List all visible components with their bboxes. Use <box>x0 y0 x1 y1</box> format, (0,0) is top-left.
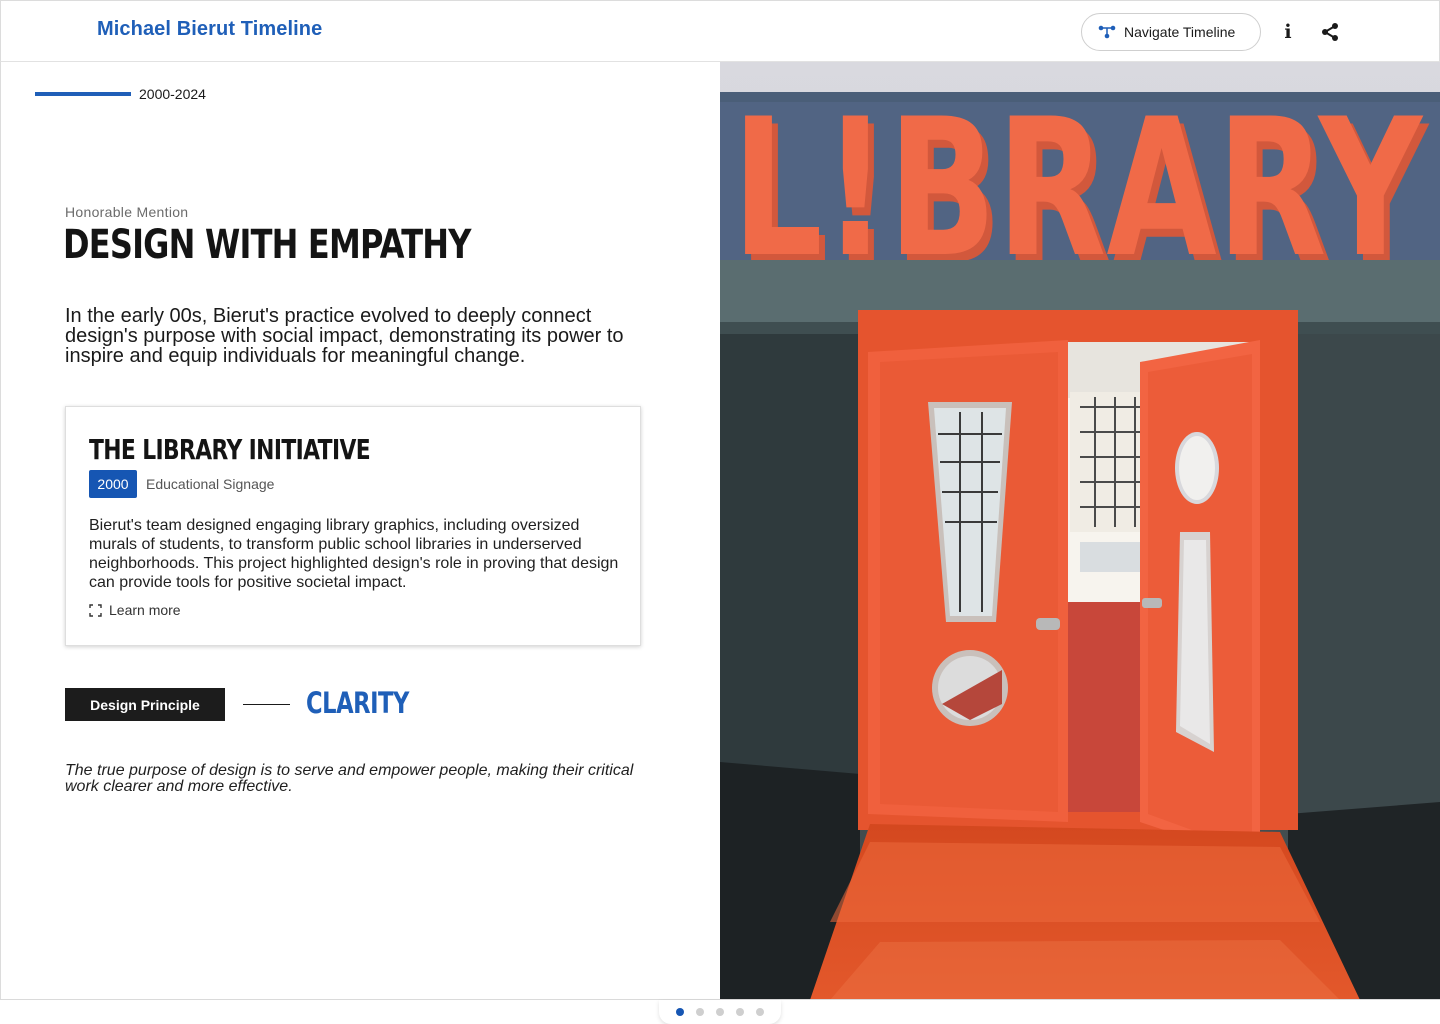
navigate-timeline-label: Navigate Timeline <box>1124 24 1236 40</box>
pagination-dots <box>659 1000 781 1024</box>
timeline-nodes-icon <box>1098 25 1116 39</box>
project-title: THE LIBRARY INITIATIVE <box>89 433 371 466</box>
section-headline: DESIGN WITH EMPATHY <box>63 222 471 268</box>
design-principle-value: CLARITY <box>306 686 409 720</box>
principle-divider <box>243 704 290 705</box>
navigate-timeline-button[interactable]: Navigate Timeline <box>1081 13 1261 51</box>
app-title[interactable]: Michael Bierut Timeline <box>97 18 322 41</box>
page-dot-1[interactable] <box>676 1008 684 1016</box>
year-range: 2000-2024 <box>139 86 206 102</box>
principle-quote: The true purpose of design is to serve a… <box>65 762 634 795</box>
page-dot-4[interactable] <box>736 1008 744 1016</box>
page-dot-5[interactable] <box>756 1008 764 1016</box>
project-card: THE LIBRARY INITIATIVE 2000 Educational … <box>65 406 641 646</box>
section-intro: In the early 00s, Bierut's practice evol… <box>65 305 624 367</box>
share-icon <box>1322 23 1338 41</box>
info-icon: i <box>1284 21 1292 43</box>
project-year-badge: 2000 <box>89 470 137 498</box>
section-kicker: Honorable Mention <box>65 204 189 220</box>
content-panel: 2000-2024 Honorable Mention DESIGN WITH … <box>0 62 720 1000</box>
project-description: Bierut's team designed engaging library … <box>89 517 619 591</box>
top-bar: Michael Bierut Timeline Navigate Timelin… <box>0 0 1440 62</box>
share-button[interactable] <box>1319 21 1341 43</box>
page-dot-3[interactable] <box>716 1008 724 1016</box>
learn-more-link[interactable]: Learn more <box>89 602 181 618</box>
page-dot-2[interactable] <box>696 1008 704 1016</box>
year-range-rule <box>35 92 131 96</box>
library-photo: L!BRARY L!BRARY <box>720 62 1440 1000</box>
learn-more-label: Learn more <box>109 602 181 618</box>
design-principle-tag: Design Principle <box>65 688 225 721</box>
expand-icon <box>89 603 102 617</box>
project-category: Educational Signage <box>146 476 275 492</box>
info-button[interactable]: i <box>1277 20 1299 44</box>
